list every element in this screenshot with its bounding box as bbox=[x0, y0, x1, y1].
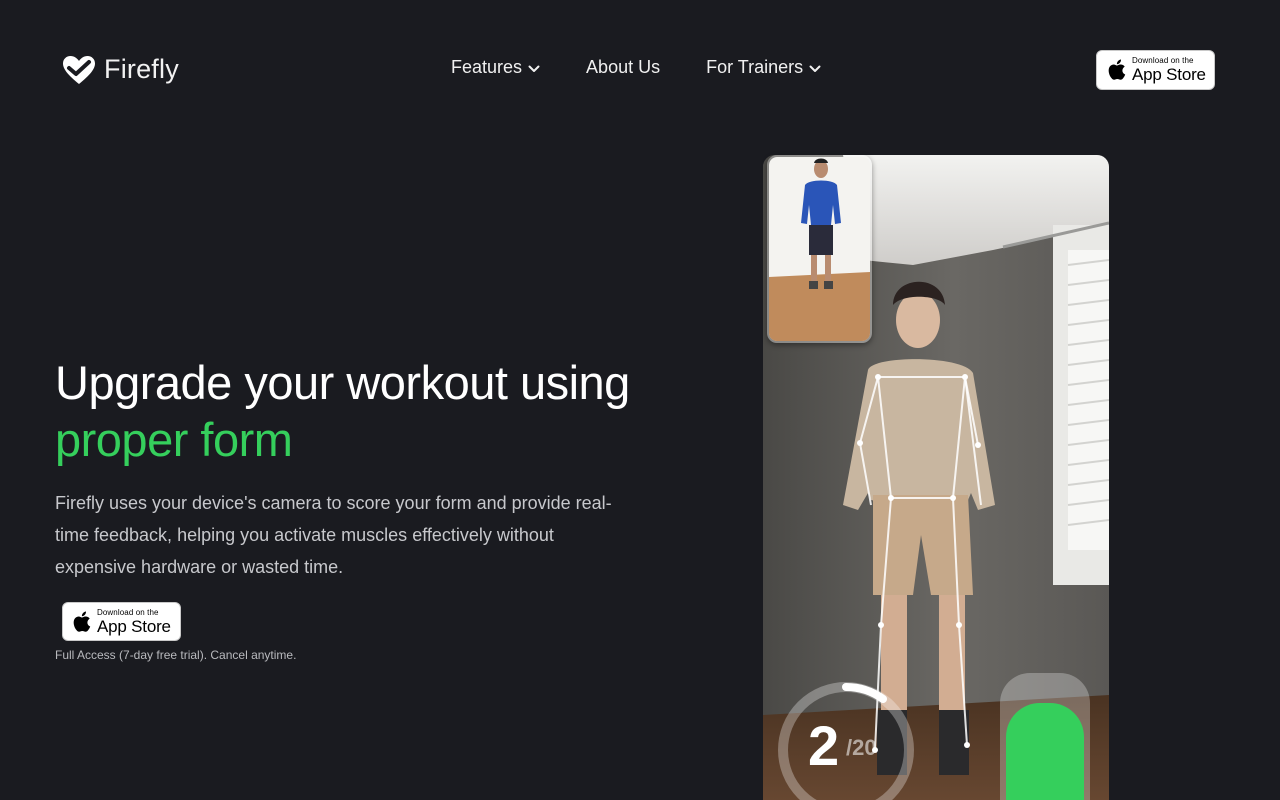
nav-item-label: Features bbox=[451, 57, 523, 77]
nav-item-for-trainers[interactable]: For Trainers bbox=[706, 57, 821, 78]
app-store-small-text: Download on the bbox=[97, 607, 159, 617]
hero-description: Firefly uses your device's camera to sco… bbox=[55, 493, 612, 577]
rep-total: /20 bbox=[846, 735, 877, 760]
heart-check-icon bbox=[63, 55, 95, 84]
app-store-small-text: Download on the bbox=[1132, 56, 1194, 65]
rep-count: 2 bbox=[808, 714, 840, 777]
app-store-big-text: App Store bbox=[97, 616, 171, 636]
brand-logo[interactable]: Firefly bbox=[62, 54, 179, 85]
nav-item-label: About Us bbox=[586, 57, 661, 77]
trial-note: Full Access (7-day free trial). Cancel a… bbox=[55, 648, 297, 662]
form-meter-fill bbox=[1006, 703, 1084, 800]
main-nav: Features About Us For Trainers bbox=[451, 57, 821, 78]
hero-title-accent: proper form bbox=[55, 413, 293, 466]
nav-item-features[interactable]: Features bbox=[451, 57, 540, 78]
hero-title: Upgrade your workout using proper form bbox=[55, 354, 695, 468]
brand-name: Firefly bbox=[104, 54, 179, 84]
app-store-button-hero[interactable]: Download on the App Store bbox=[62, 602, 181, 641]
trainer-illustration bbox=[769, 157, 870, 341]
app-store-big-text: App Store bbox=[1132, 65, 1206, 84]
nav-item-about-us[interactable]: About Us bbox=[586, 57, 660, 78]
trainer-video-preview[interactable] bbox=[767, 155, 872, 343]
nav-item-label: For Trainers bbox=[706, 57, 804, 77]
hero-title-line: Upgrade your workout using bbox=[55, 356, 630, 409]
apple-icon bbox=[1108, 59, 1126, 80]
app-store-button-header[interactable]: Download on the App Store bbox=[1096, 50, 1215, 90]
chevron-down-icon bbox=[528, 65, 540, 72]
chevron-down-icon bbox=[809, 65, 821, 72]
apple-icon bbox=[73, 611, 91, 632]
